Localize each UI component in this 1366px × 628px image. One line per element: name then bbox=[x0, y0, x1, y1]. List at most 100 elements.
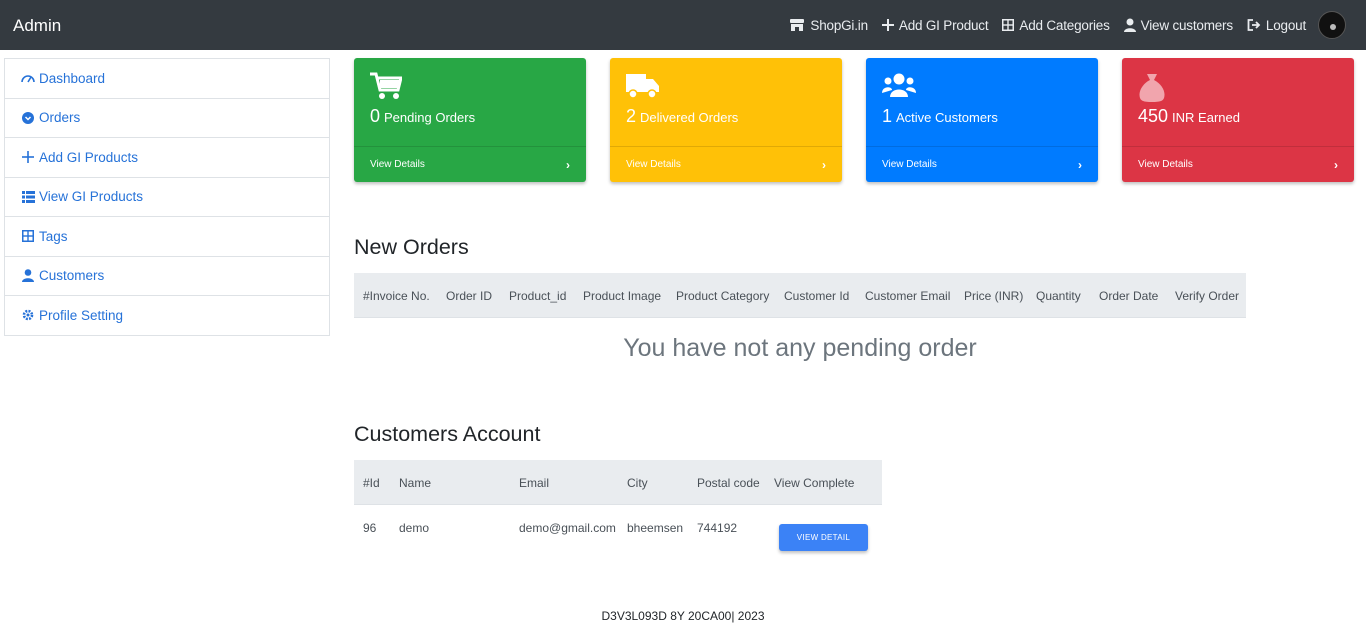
view-details-link[interactable]: View Details › bbox=[1122, 146, 1354, 182]
nav-link-view-customers[interactable]: View customers bbox=[1123, 17, 1233, 33]
delivered-orders-card: 2 Delivered Orders View Details › bbox=[610, 58, 842, 182]
chevron-right-icon: › bbox=[1334, 157, 1338, 172]
navbar-links: ShopGi.in Add GI Product Add Categories … bbox=[775, 0, 1346, 50]
sidebar: Dashboard Orders Add GI Products View GI… bbox=[4, 58, 330, 336]
card-label: Delivered Orders bbox=[640, 110, 739, 125]
sidebar-item-label: Orders bbox=[39, 110, 81, 126]
chevron-right-icon: › bbox=[822, 157, 826, 172]
nav-link-add-categories[interactable]: Add Categories bbox=[1002, 17, 1110, 33]
view-detail-button[interactable]: VIEW DETAIL bbox=[779, 524, 868, 551]
view-details-label: View Details bbox=[626, 159, 681, 170]
column-header: View Complete bbox=[774, 476, 855, 490]
view-details-label: View Details bbox=[1138, 159, 1193, 170]
sidebar-item-label: Profile Setting bbox=[39, 307, 124, 323]
nav-link-label: Add GI Product bbox=[898, 17, 989, 33]
column-header: Quantity bbox=[1036, 289, 1081, 303]
sidebar-item-label: Dashboard bbox=[39, 70, 106, 86]
chevron-right-icon: › bbox=[566, 157, 570, 172]
table-icon bbox=[21, 229, 35, 243]
nav-link-logout[interactable]: Logout bbox=[1247, 18, 1306, 33]
column-header: #Id bbox=[363, 476, 380, 490]
customer-postal-code: 744192 bbox=[697, 521, 738, 535]
table-row: 96 demo demo@gmail.com bheemsen 744192 V… bbox=[354, 505, 882, 553]
cart-icon bbox=[370, 72, 403, 105]
pending-orders-card: 0 Pending Orders View Details › bbox=[354, 58, 586, 182]
column-header: Price (INR) bbox=[964, 289, 1024, 303]
card-value: 450 bbox=[1138, 106, 1169, 126]
column-header: Product Category bbox=[676, 289, 770, 303]
truck-icon bbox=[626, 72, 660, 105]
view-details-link[interactable]: View Details › bbox=[610, 146, 842, 182]
sidebar-item-tags[interactable]: Tags bbox=[5, 217, 329, 257]
money-bag-icon bbox=[1138, 72, 1166, 107]
sidebar-item-dashboard[interactable]: Dashboard bbox=[5, 59, 329, 99]
nav-link-shop[interactable]: ShopGi.in bbox=[789, 18, 868, 33]
customers-table: #Id Name Email City Postal code View Com… bbox=[354, 460, 882, 553]
nav-link-label: ShopGi.in bbox=[810, 17, 868, 33]
empty-orders-message: You have not any pending order bbox=[623, 334, 977, 362]
column-header: Product_id bbox=[509, 289, 567, 303]
sidebar-item-orders[interactable]: Orders bbox=[5, 99, 329, 138]
card-value: 1 bbox=[882, 106, 893, 126]
plus-icon bbox=[881, 19, 894, 31]
card-value: 2 bbox=[626, 106, 637, 126]
card-label: Active Customers bbox=[896, 110, 998, 125]
chevron-right-icon: › bbox=[1078, 157, 1082, 172]
top-navbar: Admin ShopGi.in Add GI Product Add Categ… bbox=[0, 0, 1366, 50]
brand-title[interactable]: Admin bbox=[13, 16, 61, 36]
user-icon bbox=[1123, 18, 1136, 32]
column-header: Order ID bbox=[446, 289, 493, 303]
user-icon bbox=[21, 269, 35, 283]
active-customers-card: 1 Active Customers View Details › bbox=[866, 58, 1098, 182]
store-icon bbox=[790, 18, 805, 31]
card-label: Pending Orders bbox=[384, 110, 476, 125]
column-header: Product Image bbox=[583, 289, 662, 303]
nav-link-label: Add Categories bbox=[1019, 17, 1110, 33]
column-header: Postal code bbox=[697, 476, 760, 490]
list-icon bbox=[21, 190, 35, 204]
logout-icon bbox=[1247, 19, 1261, 31]
gear-icon bbox=[21, 308, 35, 322]
customers-table-header: #Id Name Email City Postal code View Com… bbox=[354, 460, 882, 505]
new-orders-title: New Orders bbox=[354, 235, 469, 259]
sidebar-item-customers[interactable]: Customers bbox=[5, 257, 329, 296]
inr-earned-card: 450 INR Earned View Details › bbox=[1122, 58, 1354, 182]
customer-id: 96 bbox=[363, 521, 377, 535]
sidebar-item-add-gi-products[interactable]: Add GI Products bbox=[5, 138, 329, 178]
nav-link-add-gi-product[interactable]: Add GI Product bbox=[881, 17, 989, 33]
customer-name: demo bbox=[399, 521, 430, 535]
users-icon bbox=[882, 72, 916, 103]
sidebar-item-profile-setting[interactable]: Profile Setting bbox=[5, 296, 329, 336]
view-details-link[interactable]: View Details › bbox=[354, 146, 586, 182]
column-header: #Invoice No. bbox=[363, 289, 430, 303]
column-header: Customer Email bbox=[865, 289, 951, 303]
plus-icon bbox=[21, 150, 35, 164]
avatar[interactable] bbox=[1318, 11, 1346, 39]
view-details-link[interactable]: View Details › bbox=[866, 146, 1098, 182]
view-details-label: View Details bbox=[370, 159, 425, 170]
orders-table-header: #Invoice No. Order ID Product_id Product… bbox=[354, 273, 1246, 318]
sidebar-item-label: Add GI Products bbox=[39, 149, 139, 165]
column-header: City bbox=[627, 476, 648, 490]
customers-account-title: Customers Account bbox=[354, 422, 541, 446]
customer-email: demo@gmail.com bbox=[519, 521, 616, 535]
nav-link-label: Logout bbox=[1265, 17, 1306, 33]
sidebar-item-label: Tags bbox=[39, 228, 68, 244]
column-header: Verify Order bbox=[1175, 289, 1240, 303]
chevron-circle-down-icon bbox=[21, 111, 35, 125]
customer-city: bheemsen bbox=[627, 521, 684, 535]
sidebar-item-label: Customers bbox=[39, 268, 105, 284]
column-header: Email bbox=[519, 476, 550, 490]
sidebar-item-view-gi-products[interactable]: View GI Products bbox=[5, 178, 329, 217]
column-header: Customer Id bbox=[784, 289, 850, 303]
nav-link-label: View customers bbox=[1140, 17, 1233, 33]
speedometer-icon bbox=[21, 71, 35, 85]
column-header: Name bbox=[399, 476, 432, 490]
card-value: 0 bbox=[370, 106, 381, 126]
footer-text: D3V3L093D 8Y 20CA00| 2023 bbox=[601, 609, 765, 623]
card-label: INR Earned bbox=[1172, 110, 1240, 125]
grid-icon bbox=[1002, 19, 1015, 31]
view-details-label: View Details bbox=[882, 159, 937, 170]
sidebar-item-label: View GI Products bbox=[39, 189, 144, 205]
column-header: Order Date bbox=[1099, 289, 1159, 303]
